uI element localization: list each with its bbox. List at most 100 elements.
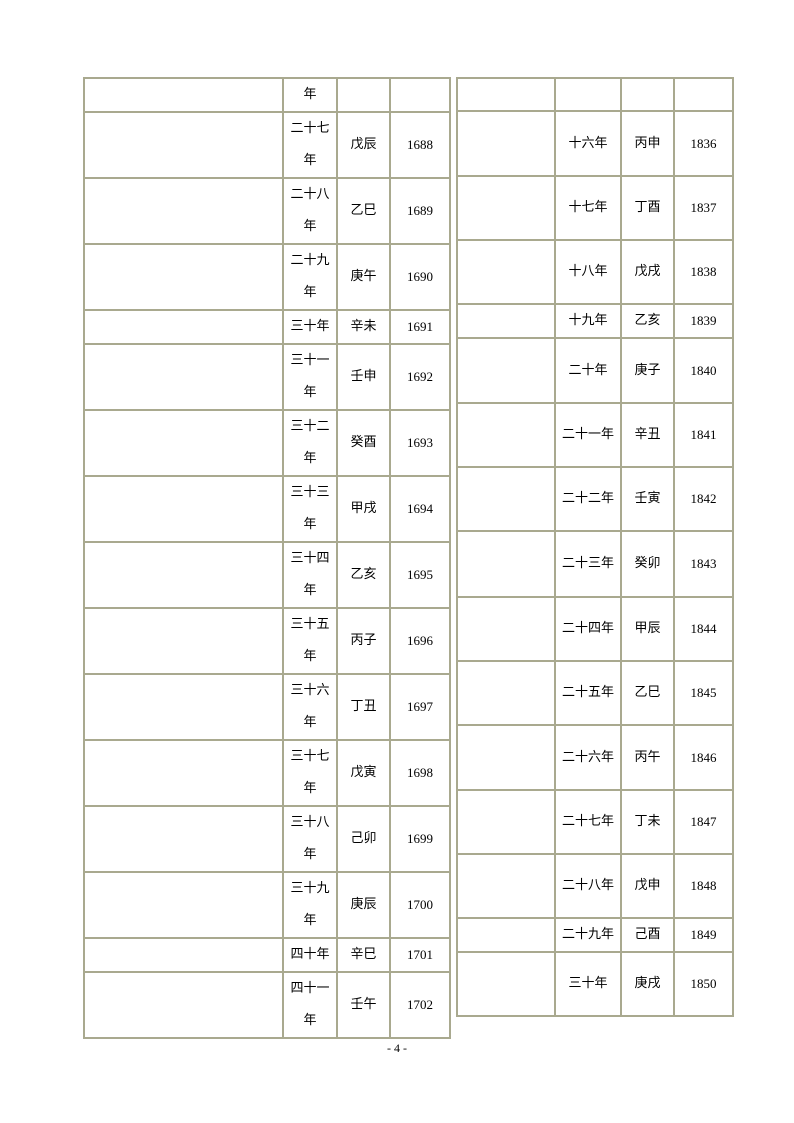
ganzhi-cell: 丁酉 bbox=[620, 175, 675, 241]
ad-year-cell: 1850 bbox=[673, 951, 734, 1017]
reign-name-cell bbox=[456, 239, 556, 305]
right-reign-year-table: 十六年 丙申 1836 十七年 丁酉 1837 十八年 戊戌 1838 十九年 乙亥 1839 二十年庚… bbox=[456, 77, 734, 1017]
ad-year-cell: 1845 bbox=[673, 660, 734, 726]
reign-name-cell bbox=[456, 917, 556, 953]
ganzhi-cell: 戊申 bbox=[620, 853, 675, 919]
table-row: 二十年 庚子 1840 bbox=[456, 337, 734, 404]
ad-year-cell: 1840 bbox=[673, 337, 734, 404]
table-row: 二十一年 辛丑 1841 bbox=[456, 402, 734, 468]
reign-name-cell bbox=[456, 530, 556, 598]
regnal-year-cell: 三十六年 bbox=[282, 673, 338, 741]
ad-year-cell: 1696 bbox=[389, 607, 451, 675]
reign-name-cell bbox=[83, 243, 284, 311]
regnal-year-cell: 二十八年 bbox=[554, 853, 622, 919]
ganzhi-cell: 戊辰 bbox=[336, 111, 391, 179]
ganzhi-cell: 癸卯 bbox=[620, 530, 675, 598]
ganzhi-cell: 戊寅 bbox=[336, 739, 391, 807]
reign-name-cell bbox=[456, 596, 556, 662]
reign-name-cell bbox=[456, 951, 556, 1017]
table-row: 二十八年 戊申 1848 bbox=[456, 853, 734, 919]
ganzhi-cell: 乙亥 bbox=[620, 303, 675, 339]
ganzhi-cell: 乙亥 bbox=[336, 541, 391, 609]
regnal-year-cell: 三十九年 bbox=[282, 871, 338, 939]
ganzhi-cell: 庚午 bbox=[336, 243, 391, 311]
ad-year-cell: 1838 bbox=[673, 239, 734, 305]
reign-name-cell bbox=[83, 111, 284, 179]
table-row: 十九年 乙亥 1839 bbox=[456, 303, 734, 339]
reign-name-cell bbox=[83, 871, 284, 939]
ad-year-cell: 1695 bbox=[389, 541, 451, 609]
table-row: 二十二年 壬寅 1842 bbox=[456, 466, 734, 532]
table-row: 二十七年 丁未 1847 bbox=[456, 789, 734, 855]
table-row: 二十八年 乙巳 1689 bbox=[83, 177, 451, 245]
reign-name-cell bbox=[83, 971, 284, 1039]
ad-year-cell: 1700 bbox=[389, 871, 451, 939]
regnal-year-cell: 三十年 bbox=[282, 309, 338, 345]
ad-year-cell: 1690 bbox=[389, 243, 451, 311]
regnal-year-cell: 二十一年 bbox=[554, 402, 622, 468]
table-row: 十七年 丁酉 1837 bbox=[456, 175, 734, 241]
regnal-year-cell: 十六年 bbox=[554, 110, 622, 177]
table-row: 三十一年 壬申 1692 bbox=[83, 343, 451, 411]
ganzhi-cell: 庚子 bbox=[620, 337, 675, 404]
table-row: 年 bbox=[83, 77, 451, 113]
regnal-year-cell: 二十年 bbox=[554, 337, 622, 404]
ganzhi-cell: 丙申 bbox=[620, 110, 675, 177]
ad-year-cell: 1846 bbox=[673, 724, 734, 791]
ganzhi-cell: 丙午 bbox=[620, 724, 675, 791]
ganzhi-cell: 丙子 bbox=[336, 607, 391, 675]
ganzhi-cell: 庚辰 bbox=[336, 871, 391, 939]
reign-name-cell bbox=[456, 402, 556, 468]
ad-year-cell: 1693 bbox=[389, 409, 451, 477]
ad-year-cell: 1843 bbox=[673, 530, 734, 598]
ganzhi-cell: 癸酉 bbox=[336, 409, 391, 477]
reign-name-cell bbox=[83, 343, 284, 411]
reign-name-cell bbox=[456, 77, 556, 112]
ad-year-cell: 1837 bbox=[673, 175, 734, 241]
ganzhi-cell: 壬寅 bbox=[620, 466, 675, 532]
regnal-year-cell: 四十一年 bbox=[282, 971, 338, 1039]
ad-year-cell: 1694 bbox=[389, 475, 451, 543]
reign-name-cell bbox=[83, 739, 284, 807]
ganzhi-cell: 辛未 bbox=[336, 309, 391, 345]
ad-year-cell bbox=[389, 77, 451, 113]
ad-year-cell: 1689 bbox=[389, 177, 451, 245]
regnal-year-cell: 十八年 bbox=[554, 239, 622, 305]
left-table-body: 年二十七年 戊辰 1688 二十八年 乙巳 1689 二十九年 庚午 1690 三十年 辛未 1691… bbox=[83, 77, 451, 1039]
reign-name-cell bbox=[83, 475, 284, 543]
table-row: 二十九年 己酉 1849 bbox=[456, 917, 734, 953]
reign-name-cell bbox=[83, 541, 284, 609]
table-row: 四十年 辛巳 1701 bbox=[83, 937, 451, 973]
table-row: 二十七年 戊辰 1688 bbox=[83, 111, 451, 179]
regnal-year-cell: 二十三年 bbox=[554, 530, 622, 598]
regnal-year-cell: 四十年 bbox=[282, 937, 338, 973]
reign-name-cell bbox=[83, 309, 284, 345]
ad-year-cell: 1698 bbox=[389, 739, 451, 807]
table-row: 三十七年 戊寅 1698 bbox=[83, 739, 451, 807]
regnal-year-cell: 三十年 bbox=[554, 951, 622, 1017]
regnal-year-cell: 十九年 bbox=[554, 303, 622, 339]
table-row: 十六年 丙申 1836 bbox=[456, 110, 734, 177]
ganzhi-cell: 丁未 bbox=[620, 789, 675, 855]
table-row: 三十五年 丙子 1696 bbox=[83, 607, 451, 675]
reign-name-cell bbox=[456, 110, 556, 177]
regnal-year-cell: 二十五年 bbox=[554, 660, 622, 726]
reign-name-cell bbox=[83, 673, 284, 741]
reign-name-cell bbox=[456, 466, 556, 532]
right-table-body: 十六年 丙申 1836 十七年 丁酉 1837 十八年 戊戌 1838 十九年 乙亥 1839 二十年庚… bbox=[456, 77, 734, 1017]
table-row: 三十八年 己卯 1699 bbox=[83, 805, 451, 873]
ganzhi-cell: 乙巳 bbox=[336, 177, 391, 245]
reign-name-cell bbox=[456, 724, 556, 791]
ganzhi-cell: 壬午 bbox=[336, 971, 391, 1039]
ganzhi-cell: 乙巳 bbox=[620, 660, 675, 726]
ad-year-cell: 1702 bbox=[389, 971, 451, 1039]
ganzhi-cell: 辛丑 bbox=[620, 402, 675, 468]
page-number: - 4 - bbox=[387, 1041, 407, 1055]
regnal-year-cell: 三十八年 bbox=[282, 805, 338, 873]
reign-name-cell bbox=[83, 177, 284, 245]
regnal-year-cell: 二十八年 bbox=[282, 177, 338, 245]
table-row bbox=[456, 77, 734, 112]
regnal-year-cell: 二十九年 bbox=[554, 917, 622, 953]
ad-year-cell: 1836 bbox=[673, 110, 734, 177]
reign-name-cell bbox=[83, 77, 284, 113]
